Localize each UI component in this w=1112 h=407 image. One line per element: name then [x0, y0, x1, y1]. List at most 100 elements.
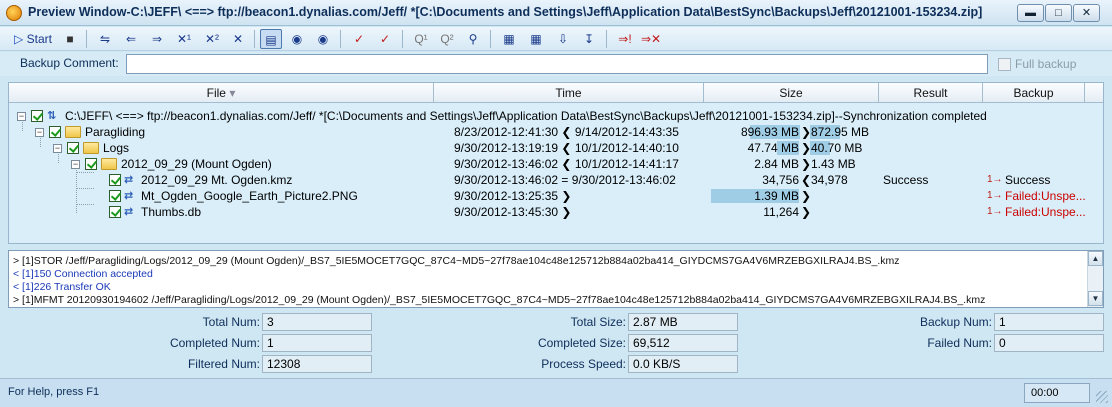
process-speed-value: 0.0 KB/S	[628, 355, 738, 373]
completed-num-value: 1	[262, 334, 372, 352]
column-file[interactable]: File ▾	[9, 83, 434, 103]
backup-comment-input[interactable]	[126, 54, 988, 74]
backup-num-label: Backup Num:	[919, 315, 992, 329]
log-line: > [1]STOR /Jeff/Paragliding/Logs/2012_09…	[13, 255, 900, 267]
uncheck-arrow-icon: ✓	[379, 32, 391, 46]
row-checkbox[interactable]	[85, 158, 97, 170]
tree-header: File ▾ Time Size Result Backup	[9, 83, 1103, 103]
backup-text: Success	[1005, 173, 1051, 187]
file-time: 9/30/2012-13:19:19 ❮ 10/1/2012-14:40:10	[454, 141, 679, 155]
collapse-toggle[interactable]: −	[53, 144, 62, 153]
scroll-up-arrow-icon[interactable]: ▲	[1088, 251, 1103, 266]
file-sync-icon: ⇄	[124, 190, 134, 202]
file-name: C:\JEFF\ <==> ftp://beacon1.dynalias.com…	[65, 109, 987, 123]
check-button[interactable]: ✓	[348, 29, 370, 49]
query-1-button[interactable]: Q¹	[410, 29, 432, 49]
sync-left-button[interactable]: ⇐	[120, 29, 142, 49]
start-button[interactable]: ▷ Start	[8, 29, 58, 49]
copy-x1-button[interactable]: ✕¹	[172, 29, 196, 49]
file-time: 8/23/2012-12:41:30 ❮ 9/14/2012-14:43:35	[454, 125, 679, 139]
tree-row-file[interactable]: ⇄ 2012_09_29 Mt. Ogden.kmz 9/30/2012-13:…	[9, 172, 1103, 188]
full-backup-checkbox[interactable]	[998, 58, 1011, 71]
row-checkbox[interactable]	[49, 126, 61, 138]
view-changed-button[interactable]: ◉	[286, 29, 308, 49]
error-next-button[interactable]: ⇒!	[614, 29, 636, 49]
size-left: 34,756	[762, 173, 799, 187]
backup-text: Failed:Unspe...	[1005, 205, 1086, 219]
tree-row-file[interactable]: ⇄ Mt_Ogden_Google_Earth_Picture2.PNG 9/3…	[9, 188, 1103, 204]
x2-icon: ✕²	[204, 32, 220, 46]
sync-both-button[interactable]: ⇋	[94, 29, 116, 49]
error-clear-button[interactable]: ⇒✕	[640, 29, 662, 49]
log-scrollbar[interactable]: ▲ ▼	[1087, 251, 1103, 307]
cancel-item-button[interactable]: ✕	[228, 29, 248, 49]
error-arrow-icon: ⇒!	[618, 32, 632, 46]
size-left: 2.84 MB	[754, 157, 799, 171]
find-button[interactable]: ⚲	[462, 29, 484, 49]
collapse-toggle[interactable]: −	[17, 112, 26, 121]
folder-icon	[83, 142, 99, 154]
collapse-toggle[interactable]: −	[71, 160, 80, 169]
row-checkbox[interactable]	[109, 206, 121, 218]
size-left: 896.93 MB	[740, 125, 799, 139]
total-num-label: Total Num:	[202, 315, 260, 329]
sort-down-icon: ▾	[229, 86, 236, 100]
x1-icon: ✕¹	[176, 32, 192, 46]
size-right: 1.43 MB	[811, 157, 856, 171]
log-panel[interactable]: > [1]STOR /Jeff/Paragliding/Logs/2012_09…	[8, 250, 1104, 308]
size-arrow: ❯	[801, 189, 812, 203]
row-checkbox[interactable]	[31, 110, 43, 122]
folder-icon	[65, 126, 81, 138]
stop-button[interactable]: ■	[60, 29, 80, 49]
file-time: 9/30/2012-13:46:02 ❮ 10/1/2012-14:41:17	[454, 157, 679, 171]
folder-icon	[101, 158, 117, 170]
total-size-label: Total Size:	[570, 315, 626, 329]
tree-all-icon: ▦	[530, 32, 542, 46]
file-name: Logs	[103, 141, 130, 155]
minimize-icon: ▬	[1025, 7, 1036, 19]
filtered-num-label: Filtered Num:	[187, 357, 260, 371]
tree-row-root[interactable]: − ⇅ C:\JEFF\ <==> ftp://beacon1.dynalias…	[9, 108, 1103, 124]
row-checkbox[interactable]	[67, 142, 79, 154]
error-clear-icon: ⇒✕	[640, 32, 662, 46]
maximize-button[interactable]: □	[1045, 4, 1072, 22]
row-checkbox[interactable]	[109, 190, 121, 202]
resize-grip-icon[interactable]	[1096, 391, 1108, 403]
view-all-button[interactable]: ▤	[260, 29, 282, 49]
log-line: < [1]150 Connection accepted	[13, 268, 153, 280]
down-icon: ⇩	[557, 32, 569, 46]
backup-text: Failed:Unspe...	[1005, 189, 1086, 203]
move-down-button[interactable]: ⇩	[552, 29, 574, 49]
view-filter-button[interactable]: ◉	[312, 29, 334, 49]
column-result[interactable]: Result	[879, 83, 983, 103]
tree-row-folder[interactable]: − 2012_09_29 (Mount Ogden) 9/30/2012-13:…	[9, 156, 1103, 172]
move-down-end-button[interactable]: ↧	[578, 29, 600, 49]
tree-row-folder[interactable]: − Paragliding 8/23/2012-12:41:30 ❮ 9/14/…	[9, 124, 1103, 140]
uncheck-button[interactable]: ✓	[374, 29, 396, 49]
column-backup[interactable]: Backup	[983, 83, 1085, 103]
tree-row-folder[interactable]: − Logs 9/30/2012-13:19:19 ❮ 10/1/2012-14…	[9, 140, 1103, 156]
close-icon: ✕	[1081, 7, 1092, 19]
scroll-down-arrow-icon[interactable]: ▼	[1088, 291, 1103, 306]
minimize-button[interactable]: ▬	[1017, 4, 1044, 22]
sync-both-icon: ⇋	[99, 32, 111, 46]
search-1-icon: Q¹	[414, 32, 428, 46]
column-size[interactable]: Size	[704, 83, 879, 103]
collapse-toggle[interactable]: −	[35, 128, 44, 137]
file-name: Mt_Ogden_Google_Earth_Picture2.PNG	[141, 189, 358, 203]
close-button[interactable]: ✕	[1073, 4, 1100, 22]
status-help-text: For Help, press F1	[8, 386, 100, 398]
file-tree-list[interactable]: File ▾ Time Size Result Backup − ⇅ C:\JE…	[8, 82, 1104, 244]
status-bar: For Help, press F1 00:00	[0, 378, 1112, 407]
size-left: 47.74 MB	[747, 141, 799, 155]
query-2-button[interactable]: Q²	[436, 29, 458, 49]
row-checkbox[interactable]	[109, 174, 121, 186]
file-name: 2012_09_29 (Mount Ogden)	[121, 157, 272, 171]
copy-x2-button[interactable]: ✕²	[200, 29, 224, 49]
sync-right-button[interactable]: ⇒	[146, 29, 168, 49]
tree-expand-button[interactable]: ▦	[498, 29, 520, 49]
tree-all-button[interactable]: ▦	[524, 29, 548, 49]
column-time[interactable]: Time	[434, 83, 704, 103]
tree-row-file[interactable]: ⇄ Thumbs.db 9/30/2012-13:45:30 ❯ 11,264 …	[9, 204, 1103, 220]
size-right: 34,978	[811, 173, 848, 187]
